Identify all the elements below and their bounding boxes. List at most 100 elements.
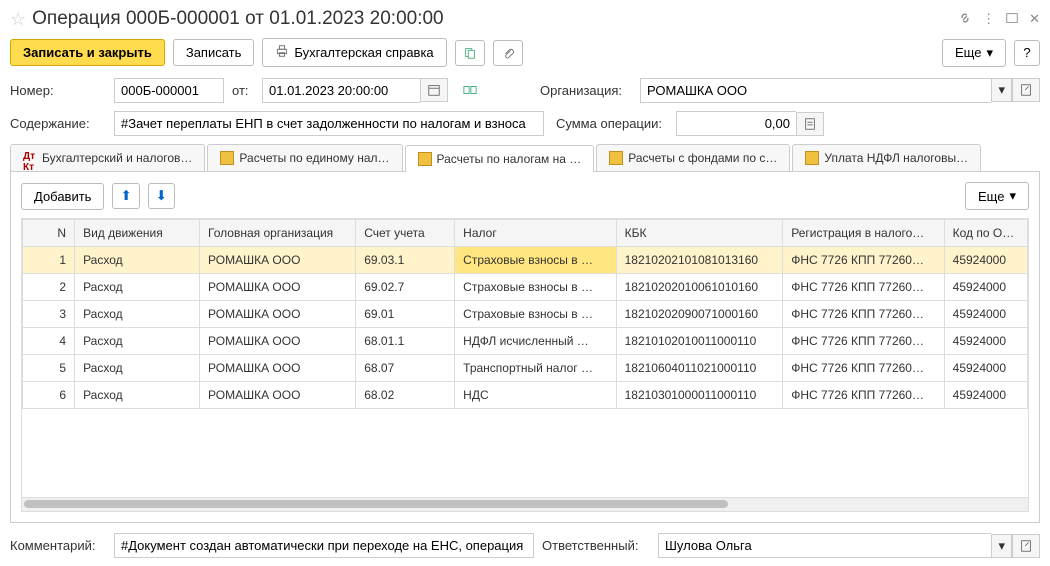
resp-dropdown-icon[interactable]: ▾ [991,534,1012,558]
cell-org[interactable]: РОМАШКА ООО [200,328,356,355]
move-down-button[interactable]: ⬇ [148,183,175,209]
copy-icon-button[interactable] [455,40,485,66]
col-ok[interactable]: Код по ОК… [944,220,1027,247]
number-input[interactable] [114,78,224,103]
cell-org[interactable]: РОМАШКА ООО [200,247,356,274]
cell-move[interactable]: Расход [75,301,200,328]
attach-icon-button[interactable] [493,40,523,66]
save-close-button[interactable]: Записать и закрыть [10,39,165,66]
cell-ok[interactable]: 45924000 [944,247,1027,274]
horizontal-scrollbar[interactable] [21,498,1029,512]
cell-n[interactable]: 1 [23,247,75,274]
cell-reg[interactable]: ФНС 7726 КПП 77260… [783,328,944,355]
calendar-icon[interactable] [420,78,448,102]
more-menu-icon[interactable]: ⋮ [982,11,995,27]
cell-tax[interactable]: НДФЛ исчисленный … [455,328,616,355]
table-row[interactable]: 3РасходРОМАШКА ООО69.01Страховые взносы … [23,301,1028,328]
cell-ok[interactable]: 45924000 [944,301,1027,328]
cell-acct[interactable]: 69.03.1 [356,247,455,274]
tab-taxes[interactable]: Расчеты по налогам на … [405,145,595,172]
org-input[interactable] [640,78,991,103]
col-move[interactable]: Вид движения [75,220,200,247]
table-row[interactable]: 2РасходРОМАШКА ООО69.02.7Страховые взнос… [23,274,1028,301]
cell-move[interactable]: Расход [75,274,200,301]
cell-org[interactable]: РОМАШКА ООО [200,301,356,328]
cell-tax[interactable]: Страховые взносы в … [455,247,616,274]
cell-n[interactable]: 3 [23,301,75,328]
tab-ndfl[interactable]: Уплата НДФЛ налоговы… [792,144,981,171]
table-row[interactable]: 6РасходРОМАШКА ООО68.02НДС18210301000011… [23,382,1028,409]
table-row[interactable]: 4РасходРОМАШКА ООО68.01.1НДФЛ исчисленны… [23,328,1028,355]
save-button[interactable]: Записать [173,39,255,66]
org-open-icon[interactable] [1012,78,1040,102]
col-reg[interactable]: Регистрация в налого… [783,220,944,247]
panel-more-button[interactable]: Еще ▾ [965,182,1029,210]
cell-n[interactable]: 6 [23,382,75,409]
cell-org[interactable]: РОМАШКА ООО [200,274,356,301]
cell-n[interactable]: 2 [23,274,75,301]
cell-ok[interactable]: 45924000 [944,355,1027,382]
cell-kbk[interactable]: 18210202090071000160 [616,301,783,328]
comment-input[interactable] [114,533,534,558]
tab-funds[interactable]: Расчеты с фондами по с… [596,144,790,171]
add-button[interactable]: Добавить [21,183,104,210]
col-kbk[interactable]: КБК [616,220,783,247]
accounting-ref-button[interactable]: Бухгалтерская справка [262,38,446,67]
period-icon[interactable] [456,77,484,103]
cell-tax[interactable]: Страховые взносы в … [455,274,616,301]
cell-reg[interactable]: ФНС 7726 КПП 77260… [783,247,944,274]
cell-kbk[interactable]: 18210102010011000110 [616,328,783,355]
cell-tax[interactable]: Страховые взносы в … [455,301,616,328]
table-row[interactable]: 1РасходРОМАШКА ООО69.03.1Страховые взнос… [23,247,1028,274]
content-input[interactable] [114,111,544,136]
cell-acct[interactable]: 68.02 [356,382,455,409]
cell-acct[interactable]: 69.01 [356,301,455,328]
cell-org[interactable]: РОМАШКА ООО [200,355,356,382]
col-tax[interactable]: Налог [455,220,616,247]
col-acct[interactable]: Счет учета [356,220,455,247]
date-input[interactable] [262,78,420,103]
resp-label: Ответственный: [542,538,650,553]
tab-buh[interactable]: ДтКтБухгалтерский и налогов… [10,144,205,171]
favorite-star-icon[interactable]: ☆ [10,9,26,30]
cell-kbk[interactable]: 18210301000011000110 [616,382,783,409]
resp-open-icon[interactable] [1012,534,1040,558]
cell-kbk[interactable]: 18210604011021000110 [616,355,783,382]
cell-move[interactable]: Расход [75,355,200,382]
cell-acct[interactable]: 68.07 [356,355,455,382]
col-n[interactable]: N [23,220,75,247]
move-up-button[interactable]: ⬆ [112,183,139,209]
cell-reg[interactable]: ФНС 7726 КПП 77260… [783,355,944,382]
org-dropdown-icon[interactable]: ▾ [991,78,1012,102]
cell-tax[interactable]: Транспортный налог … [455,355,616,382]
link-icon[interactable] [958,11,972,28]
cell-ok[interactable]: 45924000 [944,382,1027,409]
cell-move[interactable]: Расход [75,328,200,355]
cell-kbk[interactable]: 18210202101081013160 [616,247,783,274]
cell-n[interactable]: 5 [23,355,75,382]
cell-tax[interactable]: НДС [455,382,616,409]
tab-enp[interactable]: Расчеты по единому нал… [207,144,402,171]
cell-kbk[interactable]: 18210202010061010160 [616,274,783,301]
cell-move[interactable]: Расход [75,382,200,409]
sum-input[interactable] [676,111,796,136]
cell-acct[interactable]: 69.02.7 [356,274,455,301]
calc-icon[interactable] [796,112,824,136]
cell-acct[interactable]: 68.01.1 [356,328,455,355]
cell-n[interactable]: 4 [23,328,75,355]
cell-reg[interactable]: ФНС 7726 КПП 77260… [783,382,944,409]
cell-reg[interactable]: ФНС 7726 КПП 77260… [783,274,944,301]
table-row[interactable]: 5РасходРОМАШКА ООО68.07Транспортный нало… [23,355,1028,382]
cell-ok[interactable]: 45924000 [944,274,1027,301]
resp-input[interactable] [658,533,991,558]
col-org[interactable]: Головная организация [200,220,356,247]
help-button[interactable]: ? [1014,40,1040,66]
register-icon [220,151,234,165]
cell-ok[interactable]: 45924000 [944,328,1027,355]
cell-org[interactable]: РОМАШКА ООО [200,382,356,409]
cell-reg[interactable]: ФНС 7726 КПП 77260… [783,301,944,328]
close-icon[interactable]: ✕ [1029,11,1040,27]
more-button[interactable]: Еще ▾ [942,39,1006,67]
cell-move[interactable]: Расход [75,247,200,274]
maximize-icon[interactable] [1005,11,1019,28]
